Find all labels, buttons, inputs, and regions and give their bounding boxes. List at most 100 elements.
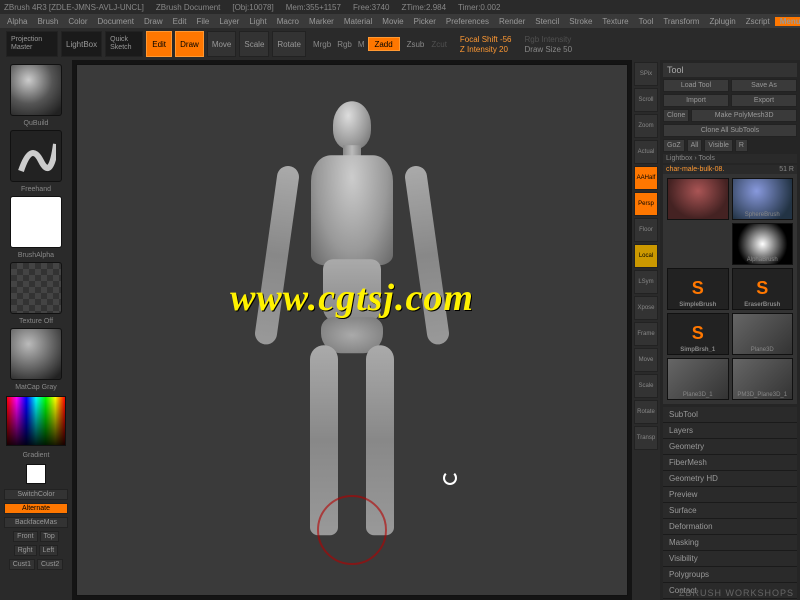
acc-geometry[interactable]: Geometry [663, 439, 797, 455]
frame-button[interactable]: Frame [634, 322, 658, 346]
goz-all-button[interactable]: All [687, 139, 703, 152]
menu-tool[interactable]: Tool [634, 17, 659, 26]
goz-r-button[interactable]: R [735, 139, 748, 152]
move-nav-button[interactable]: Move [634, 348, 658, 372]
tool-panel-header[interactable]: Tool [663, 63, 797, 77]
scale-button[interactable]: Scale [239, 31, 269, 57]
mrgb-button[interactable]: Mrgb [313, 40, 331, 49]
aahalf-button[interactable]: AAHalf [634, 166, 658, 190]
thumb-alphabrush[interactable]: AlphaBrush [732, 223, 794, 265]
menu-transform[interactable]: Transform [658, 17, 704, 26]
menus-badge[interactable]: Menus [775, 17, 800, 26]
focal-shift-slider[interactable]: Focal Shift -56 [460, 35, 512, 44]
z-intensity-slider[interactable]: Z Intensity 20 [460, 45, 512, 54]
acc-masking[interactable]: Masking [663, 535, 797, 551]
thumb-simpbrsh1[interactable]: SSimpBrsh_1 [667, 313, 729, 355]
spix-button[interactable]: SPix [634, 62, 658, 86]
color-picker[interactable] [6, 396, 66, 446]
zoom-button[interactable]: Zoom [634, 114, 658, 138]
save-as-button[interactable]: Save As [731, 79, 797, 92]
rgb-button[interactable]: Rgb [337, 40, 352, 49]
stroke-slot[interactable] [10, 130, 62, 182]
acc-surface[interactable]: Surface [663, 503, 797, 519]
xpose-button[interactable]: Xpose [634, 296, 658, 320]
viewport[interactable]: www.cgtsj.com [76, 64, 628, 596]
import-button[interactable]: Import [663, 94, 729, 107]
alternate-button[interactable]: Alternate [4, 503, 68, 514]
menu-zscript[interactable]: Zscript [741, 17, 775, 26]
acc-preview[interactable]: Preview [663, 487, 797, 503]
menu-macro[interactable]: Macro [272, 17, 304, 26]
menu-file[interactable]: File [191, 17, 214, 26]
front-view-button[interactable]: Front [13, 531, 37, 542]
acc-deformation[interactable]: Deformation [663, 519, 797, 535]
thumb-plane3d1[interactable]: Plane3D_1 [667, 358, 729, 400]
menu-picker[interactable]: Picker [409, 17, 441, 26]
export-button[interactable]: Export [731, 94, 797, 107]
menu-material[interactable]: Material [339, 17, 377, 26]
menu-texture[interactable]: Texture [597, 17, 633, 26]
lsym-button[interactable]: LSym [634, 270, 658, 294]
cust1-button[interactable]: Cust1 [9, 559, 35, 570]
menu-movie[interactable]: Movie [377, 17, 408, 26]
draw-button[interactable]: Draw [175, 31, 204, 57]
acc-fibermesh[interactable]: FiberMesh [663, 455, 797, 471]
transp-button[interactable]: Transp [634, 426, 658, 450]
local-button[interactable]: Local [634, 244, 658, 268]
acc-polygroups[interactable]: Polygroups [663, 567, 797, 583]
thumb-eraserbrush[interactable]: SEraserBrush [732, 268, 794, 310]
acc-visibility[interactable]: Visibility [663, 551, 797, 567]
zadd-button[interactable]: Zadd [368, 37, 400, 51]
menu-color[interactable]: Color [63, 17, 92, 26]
alpha-slot[interactable] [10, 196, 62, 248]
menu-edit[interactable]: Edit [168, 17, 192, 26]
top-view-button[interactable]: Top [40, 531, 59, 542]
brush-slot[interactable] [10, 64, 62, 116]
zsub-button[interactable]: Zsub [407, 40, 425, 49]
menu-zplugin[interactable]: Zplugin [704, 17, 740, 26]
menu-document[interactable]: Document [93, 17, 139, 26]
draw-size-slider[interactable]: Draw Size 50 [525, 45, 573, 54]
menu-alpha[interactable]: Alpha [2, 17, 32, 26]
menu-draw[interactable]: Draw [139, 17, 168, 26]
thumb-pm3d[interactable]: PM3D_Plane3D_1 [732, 358, 794, 400]
goz-button[interactable]: GoZ [663, 139, 685, 152]
menu-render[interactable]: Render [494, 17, 530, 26]
projection-master-button[interactable]: Projection Master [6, 31, 58, 57]
menu-brush[interactable]: Brush [32, 17, 63, 26]
clone-all-subtools-button[interactable]: Clone All SubTools [663, 124, 797, 137]
cust2-button[interactable]: Cust2 [37, 559, 63, 570]
scroll-button[interactable]: Scroll [634, 88, 658, 112]
rotate-button[interactable]: Rotate [272, 31, 306, 57]
material-slot[interactable] [10, 328, 62, 380]
gradient-label[interactable]: Gradient [4, 452, 68, 459]
switch-color-button[interactable]: SwitchColor [4, 489, 68, 500]
floor-button[interactable]: Floor [634, 218, 658, 242]
rgb-intensity-slider[interactable]: Rgb Intensity [525, 35, 573, 44]
model-figure[interactable] [262, 101, 442, 541]
load-tool-button[interactable]: Load Tool [663, 79, 729, 92]
clone-button[interactable]: Clone [663, 109, 689, 122]
menu-preferences[interactable]: Preferences [441, 17, 494, 26]
edit-button[interactable]: Edit [146, 31, 172, 57]
texture-slot[interactable] [10, 262, 62, 314]
move-button[interactable]: Move [207, 31, 237, 57]
persp-button[interactable]: Persp [634, 192, 658, 216]
quick-sketch-button[interactable]: Quick Sketch [105, 31, 143, 57]
thumb-char[interactable] [667, 178, 729, 220]
backface-mask-button[interactable]: BackfaceMas [4, 517, 68, 528]
left-view-button[interactable]: Left [39, 545, 59, 556]
menu-marker[interactable]: Marker [304, 17, 339, 26]
lightbox-button[interactable]: LightBox [61, 31, 102, 57]
thumb-simplebrush[interactable]: SSimpleBrush [667, 268, 729, 310]
goz-visible-button[interactable]: Visible [704, 139, 733, 152]
menu-stroke[interactable]: Stroke [564, 17, 597, 26]
rotate-nav-button[interactable]: Rotate [634, 400, 658, 424]
acc-layers[interactable]: Layers [663, 423, 797, 439]
make-polymesh-button[interactable]: Make PolyMesh3D [691, 109, 797, 122]
acc-subtool[interactable]: SubTool [663, 407, 797, 423]
menu-light[interactable]: Light [244, 17, 271, 26]
m-button[interactable]: M [358, 40, 365, 49]
menu-layer[interactable]: Layer [214, 17, 244, 26]
zcut-button[interactable]: Zcut [431, 40, 447, 49]
